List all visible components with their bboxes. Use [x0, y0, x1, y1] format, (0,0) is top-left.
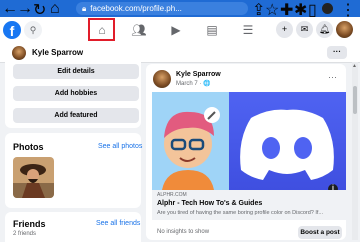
post-author-name[interactable]: Kyle Sparrow: [176, 71, 221, 78]
address-bar[interactable]: 🔒︎ facebook.com/profile.ph...: [76, 2, 248, 15]
home-highlight-box: [88, 18, 115, 41]
photo-thumbnail[interactable]: [13, 157, 54, 198]
notifications-bell-icon[interactable]: 🔔︎: [316, 21, 333, 38]
see-all-photos-link[interactable]: See all photos: [98, 143, 142, 150]
post-options-icon[interactable]: ···: [328, 72, 337, 82]
photos-title[interactable]: Photos: [13, 142, 44, 152]
scrollbar-thumb[interactable]: [353, 86, 357, 114]
post-timestamp[interactable]: March 7 · 🌐: [176, 80, 210, 87]
nav-menu-icon[interactable]: ☰: [234, 19, 262, 41]
nav-watch-icon[interactable]: ▶: [162, 19, 190, 41]
profile-avatar-icon[interactable]: [322, 3, 333, 14]
scroll-up-arrow-icon[interactable]: ▲: [352, 63, 357, 69]
profile-name[interactable]: Kyle Sparrow: [32, 48, 83, 57]
messenger-icon[interactable]: ✉: [296, 21, 313, 38]
create-plus-icon[interactable]: +: [276, 21, 293, 38]
home-icon[interactable]: ⌂: [50, 0, 62, 18]
see-all-friends-link[interactable]: See all friends: [96, 220, 140, 227]
forward-arrow-icon[interactable]: →: [17, 0, 33, 18]
back-arrow-icon[interactable]: ←: [2, 0, 18, 18]
nav-friends-icon[interactable]: 👥︎: [125, 19, 153, 41]
link-title[interactable]: Alphr - Tech How To's & Guides: [157, 200, 262, 207]
boost-post-button[interactable]: Boost a post: [298, 226, 342, 239]
avatar[interactable]: [12, 46, 26, 60]
more-options-button[interactable]: ···: [327, 46, 347, 59]
discord-logo-icon: [240, 109, 334, 180]
add-hobbies-button[interactable]: Add hobbies: [13, 86, 139, 101]
facebook-logo-icon[interactable]: f: [3, 21, 21, 39]
insights-text: No insights to show: [157, 229, 210, 235]
address-text: facebook.com/profile.ph...: [90, 4, 182, 13]
friends-count: 2 friends: [13, 231, 37, 237]
friends-title[interactable]: Friends: [13, 219, 46, 229]
post-author-avatar[interactable]: [153, 70, 171, 88]
edit-details-button[interactable]: Edit details: [13, 64, 139, 79]
link-description: Are you tired of having the same boring …: [157, 210, 324, 216]
nav-marketplace-icon[interactable]: ▤: [198, 19, 226, 41]
add-featured-button[interactable]: Add featured: [13, 108, 139, 123]
cartoon-avatar-illustration: [162, 107, 220, 190]
search-icon[interactable]: ⚲: [24, 21, 42, 39]
account-avatar[interactable]: [336, 21, 353, 38]
lock-icon: 🔒︎: [82, 4, 87, 13]
link-domain: ALPHR.COM: [157, 192, 187, 198]
